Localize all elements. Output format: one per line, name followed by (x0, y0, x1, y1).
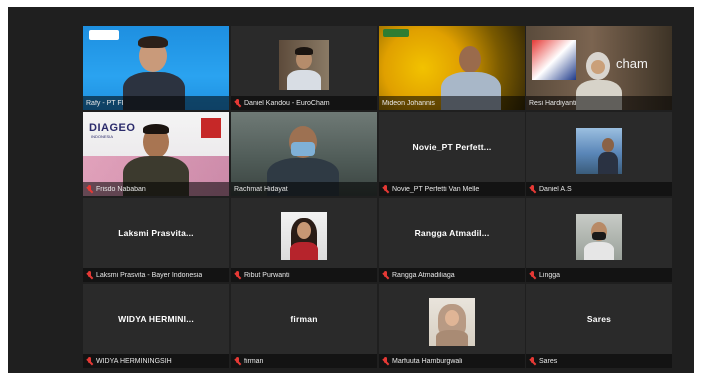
participant-tile[interactable]: Daniel Kandou - EuroCham (231, 26, 377, 110)
participant-name: Marfuuta Hamburgwali (392, 357, 463, 365)
mic-muted-icon (382, 184, 389, 194)
participant-display-name: firman (290, 314, 318, 324)
participant-name: Daniel Kandou - EuroCham (244, 99, 330, 107)
name-label-bar: Lingga (526, 268, 672, 282)
participant-name: Rafy - PT FI (86, 99, 124, 107)
name-label-bar: Laksmi Prasvita - Bayer Indonesia (83, 268, 229, 282)
mic-muted-icon (529, 356, 536, 366)
participant-name: Laksmi Prasvita - Bayer Indonesia (96, 271, 203, 279)
participant-tile[interactable]: WIDYA HERMINI... WIDYA HERMININGSIH (83, 284, 229, 368)
mic-muted-icon (234, 98, 241, 108)
participant-tile[interactable]: Marfuuta Hamburgwali (379, 284, 525, 368)
name-label-bar: Daniel A.S (526, 182, 672, 196)
name-label-bar: firman (231, 354, 377, 368)
background-logo-text: cham (616, 56, 648, 71)
mic-muted-icon (529, 270, 536, 280)
company-logo (89, 30, 119, 40)
participant-tile[interactable]: Rangga Atmadil... Rangga Atmadiliaga (379, 198, 525, 282)
participant-display-name: Laksmi Prasvita... (118, 228, 194, 238)
participant-tile[interactable]: Rachmat Hidayat (231, 112, 377, 196)
mic-muted-icon (234, 356, 241, 366)
profile-picture (281, 212, 327, 260)
participant-display-name: WIDYA HERMINI... (118, 314, 194, 324)
screenshot-frame: Rafy - PT FI Daniel Kandou - EuroCham Mi… (0, 0, 702, 381)
participant-tile[interactable]: Daniel A.S (526, 112, 672, 196)
face-mask (592, 232, 606, 240)
profile-picture (576, 128, 622, 174)
profile-picture (576, 214, 622, 260)
participant-tile[interactable]: Novie_PT Perfett... Novie_PT Perfetti Va… (379, 112, 525, 196)
participant-name: Sares (539, 357, 558, 365)
name-label-bar: Rafy - PT FI (83, 96, 229, 110)
participant-name: Resi Hardiyanti (529, 99, 577, 107)
participant-display-name: Novie_PT Perfett... (412, 142, 492, 152)
participant-tile[interactable]: Laksmi Prasvita... Laksmi Prasvita - Bay… (83, 198, 229, 282)
mic-muted-icon (86, 184, 93, 194)
participant-tile-active-speaker[interactable]: cham Resi Hardiyanti (526, 26, 672, 110)
mic-muted-icon (86, 270, 93, 280)
flag-banner (532, 40, 576, 80)
name-label-bar: Ribut Purwanti (231, 268, 377, 282)
participant-name: WIDYA HERMININGSIH (96, 357, 172, 365)
participant-name: firman (244, 357, 264, 365)
mic-muted-icon (382, 356, 389, 366)
participant-tile[interactable]: Mideon Johannis (379, 26, 525, 110)
participant-tile[interactable]: Lingga (526, 198, 672, 282)
participant-tile[interactable]: Ribut Purwanti (231, 198, 377, 282)
profile-picture (279, 40, 329, 90)
video-gallery: Rafy - PT FI Daniel Kandou - EuroCham Mi… (8, 7, 694, 373)
mic-muted-icon (234, 270, 241, 280)
participant-tile[interactable]: Sares Sares (526, 284, 672, 368)
participant-name: Ribut Purwanti (244, 271, 290, 279)
name-label-bar: Novie_PT Perfetti Van Melle (379, 182, 525, 196)
background-logo-text: DIAGEO (89, 122, 136, 134)
name-label-bar: Marfuuta Hamburgwali (379, 354, 525, 368)
participant-display-name: Rangga Atmadil... (414, 228, 490, 238)
name-label-bar: Daniel Kandou - EuroCham (231, 96, 377, 110)
participant-display-name: Sares (586, 314, 612, 324)
name-label-bar: WIDYA HERMININGSIH (83, 354, 229, 368)
name-label-bar: Mideon Johannis (379, 96, 525, 110)
background-logo-subtext: INDONESIA (91, 134, 114, 139)
name-label-bar: Rangga Atmadiliaga (379, 268, 525, 282)
name-label-bar: Rachmat Hidayat (231, 182, 377, 196)
participant-name: Lingga (539, 271, 561, 279)
profile-picture (429, 298, 475, 346)
mic-muted-icon (86, 356, 93, 366)
name-label-bar: Sares (526, 354, 672, 368)
participant-name: Rangga Atmadiliaga (392, 271, 455, 279)
mic-muted-icon (529, 184, 536, 194)
participant-name: Frisdo Nababan (96, 185, 146, 193)
participant-tile[interactable]: firman firman (231, 284, 377, 368)
participant-name: Daniel A.S (539, 185, 572, 193)
participant-name: Novie_PT Perfetti Van Melle (392, 185, 480, 193)
participant-tile[interactable]: Rafy - PT FI (83, 26, 229, 110)
participant-name: Mideon Johannis (382, 99, 435, 107)
participant-name: Rachmat Hidayat (234, 185, 288, 193)
face-mask (291, 142, 315, 156)
mic-muted-icon (382, 270, 389, 280)
participant-tile[interactable]: DIAGEO INDONESIA Frisdo Nababan (83, 112, 229, 196)
name-label-bar: Frisdo Nababan (83, 182, 229, 196)
name-label-bar: Resi Hardiyanti (526, 96, 672, 110)
